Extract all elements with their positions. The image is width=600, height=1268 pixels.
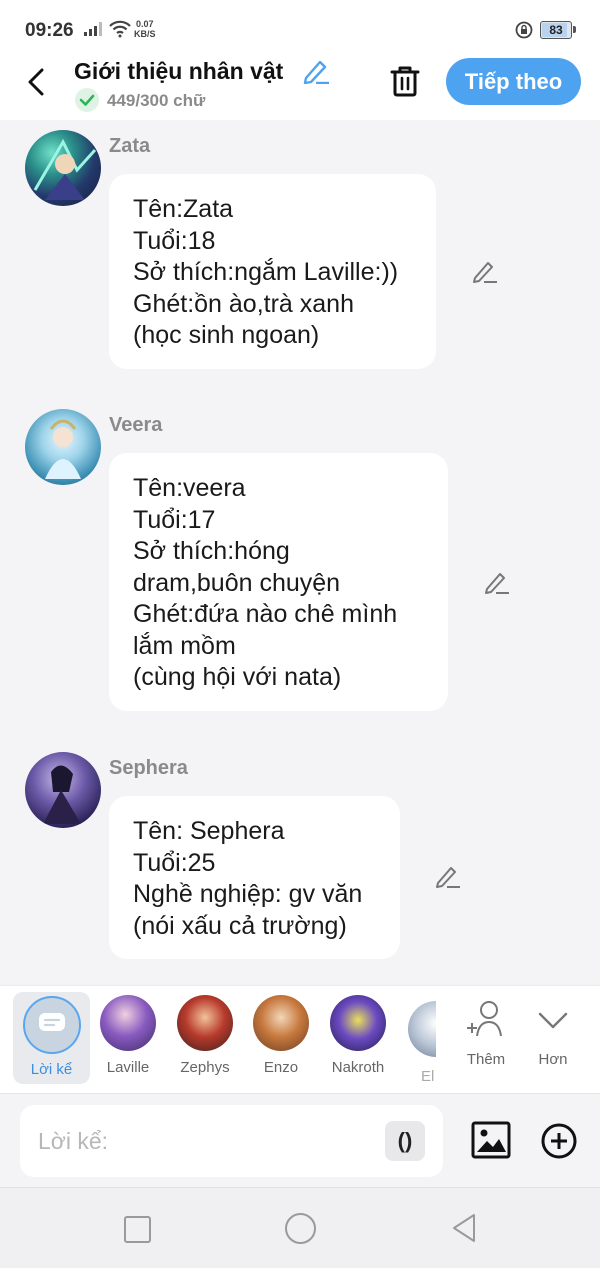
message-line: Tuổi:25 [133,848,216,877]
edit-message-icon[interactable] [435,864,461,888]
sender-name: Zata [109,135,151,157]
sender-name: Sephera [109,757,188,779]
battery-cap [573,26,576,33]
narration-icon [38,1013,65,1031]
message-line: Ghét:ồn ào,trà xanh [133,289,354,318]
edit-message-icon[interactable] [484,570,510,594]
net-speed-value: 0.07 [135,19,154,29]
avatar-sephera-art [43,765,81,824]
message-line: Ghét:đứa nào chê mình [133,600,398,628]
wifi-icon [109,20,131,38]
more-label: Hơn [538,1051,568,1068]
message-line: Sở thích:ngắm Laville:)) [133,258,399,286]
chevron-down-icon [538,1012,568,1029]
recent-apps-button[interactable] [124,1216,151,1243]
avatar-veera[interactable] [25,409,101,485]
add-character-button[interactable]: Thêm [460,1000,512,1068]
edit-title-icon[interactable] [302,58,330,84]
avatar-zephys [177,995,233,1051]
system-navigation-bar [0,1187,600,1268]
net-speed: 0.07 KB/S [134,19,156,39]
check-circle-icon [75,88,99,112]
message-bubble[interactable]: Tên:veera Tuổi:17 Sở thích:hóng dram,buô… [109,453,448,711]
input-placeholder: Lời kể: [38,1128,109,1154]
add-user-icon [467,1001,502,1037]
narration-input[interactable]: Lời kể: () [20,1105,443,1177]
message-line: dram,buôn chuyện [133,568,341,597]
message-line: Tên: Sephera [133,817,285,845]
message-line: Sở thích:hóng [133,537,290,565]
character-label: El [421,1068,435,1082]
message-line: Tên:veera [133,474,246,502]
message-line: Tuổi:17 [133,505,216,534]
battery-indicator: 83 [540,21,576,39]
message-line: (học sinh ngoan) [133,321,320,349]
next-button[interactable]: Tiếp theo [446,58,581,105]
narrator-label: Lời kể [30,1061,73,1078]
message-line: Nghề nghiệp: gv văn [133,880,363,908]
character-label: Enzo [263,1059,299,1076]
narrator-avatar [22,996,81,1054]
character-zephys[interactable]: Zephys [167,992,243,1076]
edit-message-icon[interactable] [472,259,498,283]
character-selector: Lời kể Laville Zephys Enzo Nakroth El Th… [0,985,600,1094]
message-line: (cùng hội với nata) [133,663,342,691]
character-nakroth[interactable]: Nakroth [320,992,396,1076]
net-speed-unit: KB/S [134,29,156,39]
message-line: Tuổi:18 [133,226,216,255]
avatar-partial [408,1001,436,1057]
status-bar: 09:26 0.07 KB/S 83 [0,0,600,58]
avatar-sephera[interactable] [25,752,101,828]
trash-icon[interactable] [389,64,421,98]
message-bubble[interactable]: Tên:Zata Tuổi:18 Sở thích:ngắm Laville:)… [109,174,436,369]
avatar-laville [100,995,156,1051]
add-label: Thêm [466,1051,506,1068]
character-laville[interactable]: Laville [90,992,166,1076]
avatar-enzo [253,995,309,1051]
narrator-tab[interactable]: Lời kể [13,992,90,1084]
character-label: Zephys [180,1059,230,1076]
battery-level: 83 [549,23,563,37]
message-line: lắm mồm [133,631,236,660]
home-button[interactable] [285,1213,316,1244]
rotation-lock-icon [515,21,533,39]
header: Giới thiệu nhân vật 449/300 chữ Tiếp the… [0,58,600,120]
avatar-zata-art [33,138,97,200]
back-triangle-icon[interactable] [450,1212,478,1244]
character-label: Laville [106,1059,150,1076]
avatar-nakroth [330,995,386,1051]
image-icon[interactable] [471,1121,511,1159]
back-arrow-icon[interactable] [26,68,48,96]
message-bubble[interactable]: Tên: Sephera Tuổi:25 Nghề nghiệp: gv văn… [109,796,400,959]
avatar-veera-art [45,419,81,479]
input-bar: Lời kể: () [0,1093,600,1188]
signal-icon [84,22,102,36]
character-partial[interactable]: El [408,992,436,1082]
character-label: Nakroth [331,1059,385,1076]
character-count: 449/300 chữ [107,91,206,110]
message-line: (nói xấu cả trường) [133,911,347,940]
parenthesis-button[interactable]: () [385,1121,425,1161]
character-enzo[interactable]: Enzo [243,992,319,1076]
plus-circle-icon[interactable] [541,1123,577,1159]
avatar-zata[interactable] [25,130,101,206]
status-time: 09:26 [25,20,74,41]
more-button[interactable]: Hơn [528,1000,578,1068]
sender-name: Veera [109,414,163,436]
message-line: Tên:Zata [133,195,234,223]
page-title: Giới thiệu nhân vật [74,58,284,84]
